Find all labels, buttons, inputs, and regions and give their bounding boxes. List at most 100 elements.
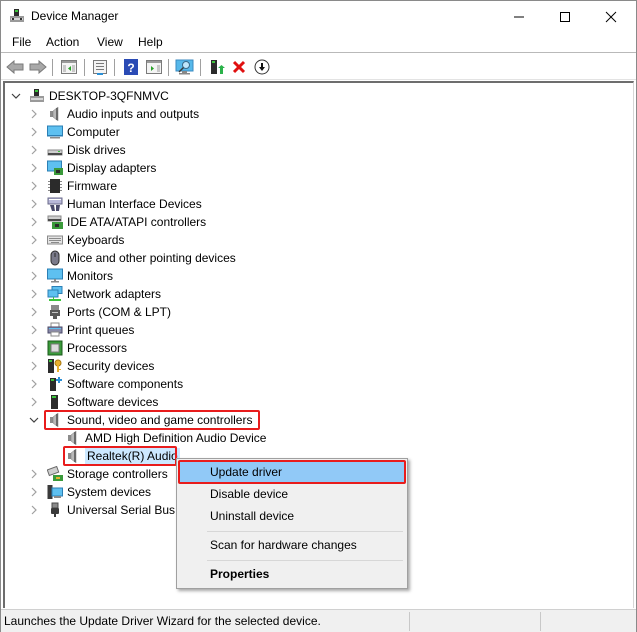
collapse-chevron-icon[interactable] — [11, 91, 21, 101]
software-device-icon — [47, 394, 63, 410]
tree-item-label: Monitors — [67, 269, 114, 283]
tree-item-label: Software components — [67, 377, 184, 391]
expand-chevron-icon[interactable] — [29, 199, 39, 209]
network-adapter-icon — [47, 286, 63, 302]
tree-category-security-devices[interactable]: Security devices — [29, 357, 154, 375]
tree-category-processors[interactable]: Processors — [29, 339, 127, 357]
security-device-icon — [47, 358, 63, 374]
toolbar-separator — [52, 59, 53, 76]
close-icon — [605, 11, 617, 22]
expand-chevron-icon[interactable] — [29, 253, 39, 263]
toolbar-separator — [84, 59, 85, 76]
show-action-pane-button[interactable] — [144, 57, 164, 77]
expand-chevron-icon[interactable] — [29, 163, 39, 173]
tree-category-print-queues[interactable]: Print queues — [29, 321, 134, 339]
hid-icon — [47, 196, 63, 212]
tree-category-storage-controllers[interactable]: Storage controllers — [29, 465, 168, 483]
maximize-button[interactable] — [542, 1, 588, 32]
title-bar[interactable]: Device Manager — [1, 1, 636, 32]
tree-device-realtek-r-audio[interactable]: Realtek(R) Audio — [47, 447, 180, 465]
tree-category-display-adapters[interactable]: Display adapters — [29, 159, 156, 177]
menu-item-update-driver[interactable]: Update driver — [179, 461, 405, 483]
tree-category-monitors[interactable]: Monitors — [29, 267, 113, 285]
tree-category-software-components[interactable]: Software components — [29, 375, 183, 393]
menu-view[interactable]: View — [97, 35, 123, 49]
uninstall-device-button[interactable] — [229, 57, 249, 77]
speaker-icon — [47, 412, 63, 428]
scan-hardware-button[interactable] — [175, 57, 195, 77]
tree-item-label: Print queues — [67, 323, 135, 337]
expand-chevron-icon[interactable] — [29, 361, 39, 371]
tree-category-network-adapters[interactable]: Network adapters — [29, 285, 161, 303]
expand-chevron-icon[interactable] — [29, 397, 39, 407]
expand-chevron-icon[interactable] — [29, 469, 39, 479]
expand-chevron-icon[interactable] — [29, 325, 39, 335]
tree-category-mice-and-other-pointing-devices[interactable]: Mice and other pointing devices — [29, 249, 236, 267]
show-hide-console-tree-button[interactable] — [59, 57, 79, 77]
processor-icon — [47, 340, 63, 356]
tree-category-disk-drives[interactable]: Disk drives — [29, 141, 126, 159]
tree-category-system-devices[interactable]: System devices — [29, 483, 151, 501]
expand-chevron-icon[interactable] — [29, 487, 39, 497]
expand-chevron-icon[interactable] — [29, 145, 39, 155]
tree-item-label: Processors — [67, 341, 128, 355]
tree-device-amd-high-definition-audio-device[interactable]: AMD High Definition Audio Device — [47, 429, 266, 447]
menu-file[interactable]: File — [12, 35, 31, 49]
system-devices-icon — [47, 484, 63, 500]
tree-category-audio-inputs-and-outputs[interactable]: Audio inputs and outputs — [29, 105, 199, 123]
tree-item-label: Computer — [67, 125, 120, 139]
minimize-button[interactable] — [496, 1, 542, 32]
back-button[interactable] — [5, 57, 25, 77]
status-divider — [540, 612, 541, 631]
expand-chevron-icon[interactable] — [29, 217, 39, 227]
tree-item-label: Security devices — [67, 359, 155, 373]
tree-category-keyboards[interactable]: Keyboards — [29, 231, 124, 249]
expand-chevron-icon[interactable] — [29, 343, 39, 353]
forward-arrow-icon — [29, 60, 47, 74]
tree-category-sound-video-and-game-controllers[interactable]: Sound, video and game controllers — [29, 411, 252, 429]
disk-drive-icon — [47, 142, 63, 158]
close-button[interactable] — [588, 1, 634, 32]
tree-category-computer[interactable]: Computer — [29, 123, 120, 141]
properties-button[interactable] — [90, 57, 110, 77]
expand-chevron-icon[interactable] — [29, 109, 39, 119]
tree-item-label: DESKTOP-3QFNMVC — [49, 89, 169, 103]
toolbar-separator — [168, 59, 169, 76]
expand-chevron-icon[interactable] — [29, 235, 39, 245]
expand-chevron-icon[interactable] — [29, 289, 39, 299]
menu-action[interactable]: Action — [46, 35, 79, 49]
update-driver-button[interactable] — [207, 57, 227, 77]
expand-chevron-icon[interactable] — [29, 379, 39, 389]
expand-chevron-icon[interactable] — [29, 127, 39, 137]
collapse-chevron-icon[interactable] — [29, 415, 39, 425]
tree-category-software-devices[interactable]: Software devices — [29, 393, 158, 411]
expand-chevron-icon[interactable] — [29, 181, 39, 191]
menu-item-disable-device[interactable]: Disable device — [179, 483, 405, 505]
menu-separator — [207, 531, 403, 532]
tree-item-label: Universal Serial Bus c — [67, 503, 185, 517]
menu-item-uninstall-device[interactable]: Uninstall device — [179, 505, 405, 527]
back-arrow-icon — [6, 60, 24, 74]
help-button[interactable]: ? — [121, 57, 141, 77]
menu-help[interactable]: Help — [138, 35, 163, 49]
status-divider — [409, 612, 410, 631]
tree-item-label: Software devices — [67, 395, 159, 409]
tree-category-firmware[interactable]: Firmware — [29, 177, 117, 195]
tree-category-universal-serial-bus-c[interactable]: Universal Serial Bus c — [29, 501, 184, 519]
expand-chevron-icon[interactable] — [29, 505, 39, 515]
context-menu: Update driver Disable device Uninstall d… — [176, 458, 408, 589]
toolbar-separator — [200, 59, 201, 76]
tree-item-label: Realtek(R) Audio — [85, 448, 180, 464]
menu-item-properties[interactable]: Properties — [179, 563, 405, 585]
scan-hardware-icon — [175, 59, 194, 75]
tree-category-human-interface-devices[interactable]: Human Interface Devices — [29, 195, 202, 213]
enable-device-button[interactable] — [252, 57, 272, 77]
forward-button[interactable] — [28, 57, 48, 77]
tree-item-label: Human Interface Devices — [67, 197, 202, 211]
expand-chevron-icon[interactable] — [29, 307, 39, 317]
tree-category-ide-ata-atapi-controllers[interactable]: IDE ATA/ATAPI controllers — [29, 213, 206, 231]
tree-category-ports-com-lpt[interactable]: Ports (COM & LPT) — [29, 303, 171, 321]
expand-chevron-icon[interactable] — [29, 271, 39, 281]
tree-root-computer[interactable]: DESKTOP-3QFNMVC — [11, 87, 169, 105]
menu-item-scan-hardware[interactable]: Scan for hardware changes — [179, 534, 405, 556]
